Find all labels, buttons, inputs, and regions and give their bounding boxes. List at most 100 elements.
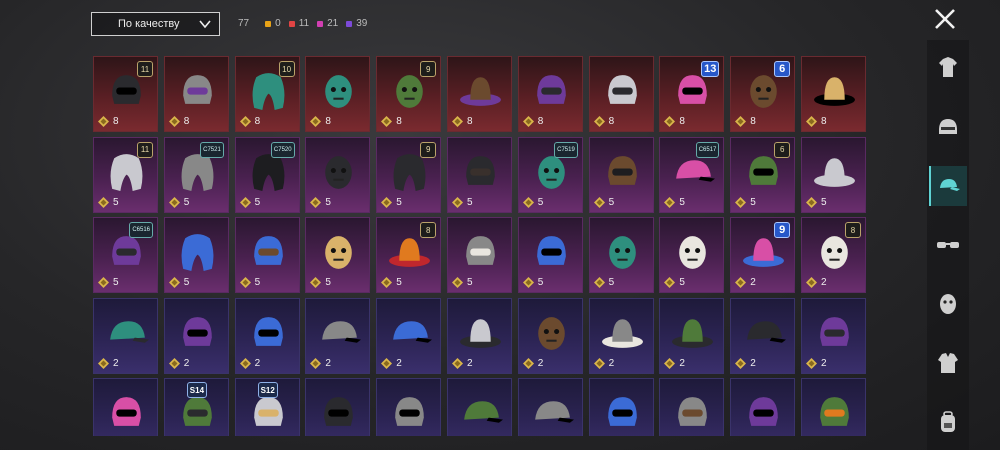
ghost-hood-icon bbox=[182, 75, 212, 104]
coin-icon bbox=[98, 116, 109, 127]
quality-count-value: 21 bbox=[327, 18, 339, 29]
inventory-item[interactable]: 5 bbox=[801, 136, 866, 213]
inventory-item[interactable]: 2 bbox=[801, 297, 866, 374]
inventory-item[interactable]: 5 bbox=[305, 136, 371, 213]
coin-icon bbox=[98, 196, 109, 208]
sidebar-cap-tab[interactable] bbox=[929, 166, 967, 206]
inventory-item[interactable]: 2 bbox=[305, 297, 371, 374]
sidebar-backpack-tab[interactable] bbox=[929, 402, 967, 442]
inventory-item[interactable]: 2 bbox=[234, 297, 300, 374]
item-quantity: 2 bbox=[168, 357, 189, 369]
item-quantity: 5 bbox=[522, 196, 543, 208]
inventory-item[interactable] bbox=[447, 378, 512, 436]
inventory-item[interactable]: 92 bbox=[730, 217, 796, 293]
quality-color-swatch bbox=[317, 20, 324, 27]
item-badge: 9 bbox=[420, 61, 437, 77]
cap-icon bbox=[940, 179, 960, 191]
item-badge: 6 bbox=[774, 61, 791, 77]
coin-icon bbox=[522, 196, 534, 208]
inventory-item[interactable]: 5 bbox=[517, 217, 583, 293]
inventory-item[interactable]: 13 8 bbox=[659, 56, 725, 132]
item-quantity-value: 2 bbox=[679, 357, 685, 369]
inventory-item[interactable]: 5 bbox=[447, 136, 512, 213]
inventory-item[interactable]: 2 bbox=[730, 297, 796, 374]
coin-icon bbox=[664, 196, 676, 208]
inventory-item[interactable]: S12 bbox=[234, 378, 300, 436]
inventory-item[interactable]: 5 bbox=[588, 217, 654, 293]
item-quantity: 5 bbox=[381, 277, 402, 288]
inventory-item[interactable]: 5 bbox=[234, 217, 300, 293]
item-badge: S12 bbox=[257, 382, 278, 398]
item-quantity: 2 bbox=[593, 357, 614, 369]
inventory-item[interactable]: 5 bbox=[163, 217, 229, 293]
inventory-item[interactable]: 2 bbox=[517, 297, 583, 374]
jacket-icon bbox=[938, 353, 958, 373]
white-cowboy-hat-icon bbox=[460, 77, 501, 106]
inventory-item[interactable]: 8 bbox=[588, 56, 654, 132]
inventory-item[interactable]: 8 bbox=[517, 56, 583, 132]
item-quantity: 8 bbox=[381, 116, 402, 127]
inventory-item[interactable] bbox=[588, 378, 654, 436]
item-badge: 8 bbox=[420, 222, 437, 238]
coin-icon bbox=[98, 357, 109, 369]
inventory-item[interactable]: 2 bbox=[376, 297, 442, 374]
inventory-item[interactable]: C6516 5 bbox=[93, 217, 158, 293]
inventory-item[interactable]: S14 bbox=[163, 378, 229, 436]
inventory-item[interactable]: C6517 5 bbox=[659, 136, 725, 213]
coin-icon bbox=[381, 357, 393, 369]
inventory-item[interactable] bbox=[93, 378, 158, 436]
coin-icon bbox=[522, 277, 534, 288]
bunny-ears-icon bbox=[324, 397, 354, 426]
inventory-item[interactable]: 5 bbox=[305, 217, 371, 293]
inventory-item[interactable]: C7519 5 bbox=[517, 136, 583, 213]
coin-icon bbox=[593, 116, 605, 127]
inventory-item[interactable]: 95 bbox=[376, 136, 442, 213]
item-badge: S14 bbox=[186, 382, 208, 398]
inventory-item[interactable] bbox=[730, 378, 796, 436]
inventory-item[interactable]: 5 bbox=[659, 217, 725, 293]
inventory-item[interactable]: 8 bbox=[447, 56, 512, 132]
sidebar-outfit-tab[interactable] bbox=[929, 48, 967, 88]
inventory-item[interactable]: 98 bbox=[376, 56, 442, 132]
sidebar-glasses-tab[interactable] bbox=[929, 225, 967, 265]
inventory-item[interactable]: 2 bbox=[588, 297, 654, 374]
item-quantity: 2 bbox=[664, 357, 685, 369]
sidebar-mask-tab[interactable] bbox=[929, 284, 967, 324]
inventory-item[interactable]: 82 bbox=[801, 217, 866, 293]
ninja-mask-icon bbox=[820, 397, 849, 426]
sidebar-helmet-tab[interactable] bbox=[929, 107, 967, 147]
close-icon[interactable] bbox=[932, 6, 958, 32]
inventory-item[interactable]: 5 bbox=[588, 136, 654, 213]
sort-dropdown[interactable]: По качеству bbox=[91, 12, 220, 36]
grey-cap-icon bbox=[747, 320, 787, 343]
inventory-item[interactable]: 85 bbox=[376, 217, 442, 293]
item-quantity-value: 2 bbox=[325, 357, 331, 369]
coin-icon bbox=[239, 116, 251, 127]
inventory-item[interactable]: 5 bbox=[447, 217, 512, 293]
inventory-item[interactable] bbox=[517, 378, 583, 436]
item-badge: C7521 bbox=[200, 141, 224, 158]
inventory-item[interactable]: 2 bbox=[93, 297, 158, 374]
inventory-item[interactable]: 8 bbox=[305, 56, 371, 132]
inventory-item[interactable] bbox=[305, 378, 371, 436]
inventory-item[interactable] bbox=[801, 378, 866, 436]
inventory-item[interactable]: C7521 5 bbox=[163, 136, 229, 213]
inventory-item[interactable]: 10 8 bbox=[234, 56, 300, 132]
inventory-item[interactable]: 11 5 bbox=[93, 136, 158, 213]
item-quantity-value: 5 bbox=[325, 196, 331, 208]
inventory-item[interactable]: 8 bbox=[801, 56, 866, 132]
quality-count-value: 39 bbox=[356, 18, 368, 29]
inventory-item[interactable]: 65 bbox=[730, 136, 796, 213]
inventory-item[interactable]: 68 bbox=[730, 56, 796, 132]
category-sidebar bbox=[927, 40, 969, 450]
inventory-item[interactable] bbox=[376, 378, 442, 436]
sidebar-jacket-tab[interactable] bbox=[929, 343, 967, 383]
item-quantity-value: 8 bbox=[325, 116, 331, 127]
inventory-item[interactable]: 2 bbox=[447, 297, 512, 374]
inventory-item[interactable]: 2 bbox=[163, 297, 229, 374]
inventory-item[interactable]: 2 bbox=[659, 297, 725, 374]
inventory-item[interactable]: 8 bbox=[163, 56, 229, 132]
inventory-item[interactable]: 11 8 bbox=[93, 56, 158, 132]
inventory-item[interactable] bbox=[659, 378, 725, 436]
inventory-item[interactable]: C7520 5 bbox=[234, 136, 300, 213]
